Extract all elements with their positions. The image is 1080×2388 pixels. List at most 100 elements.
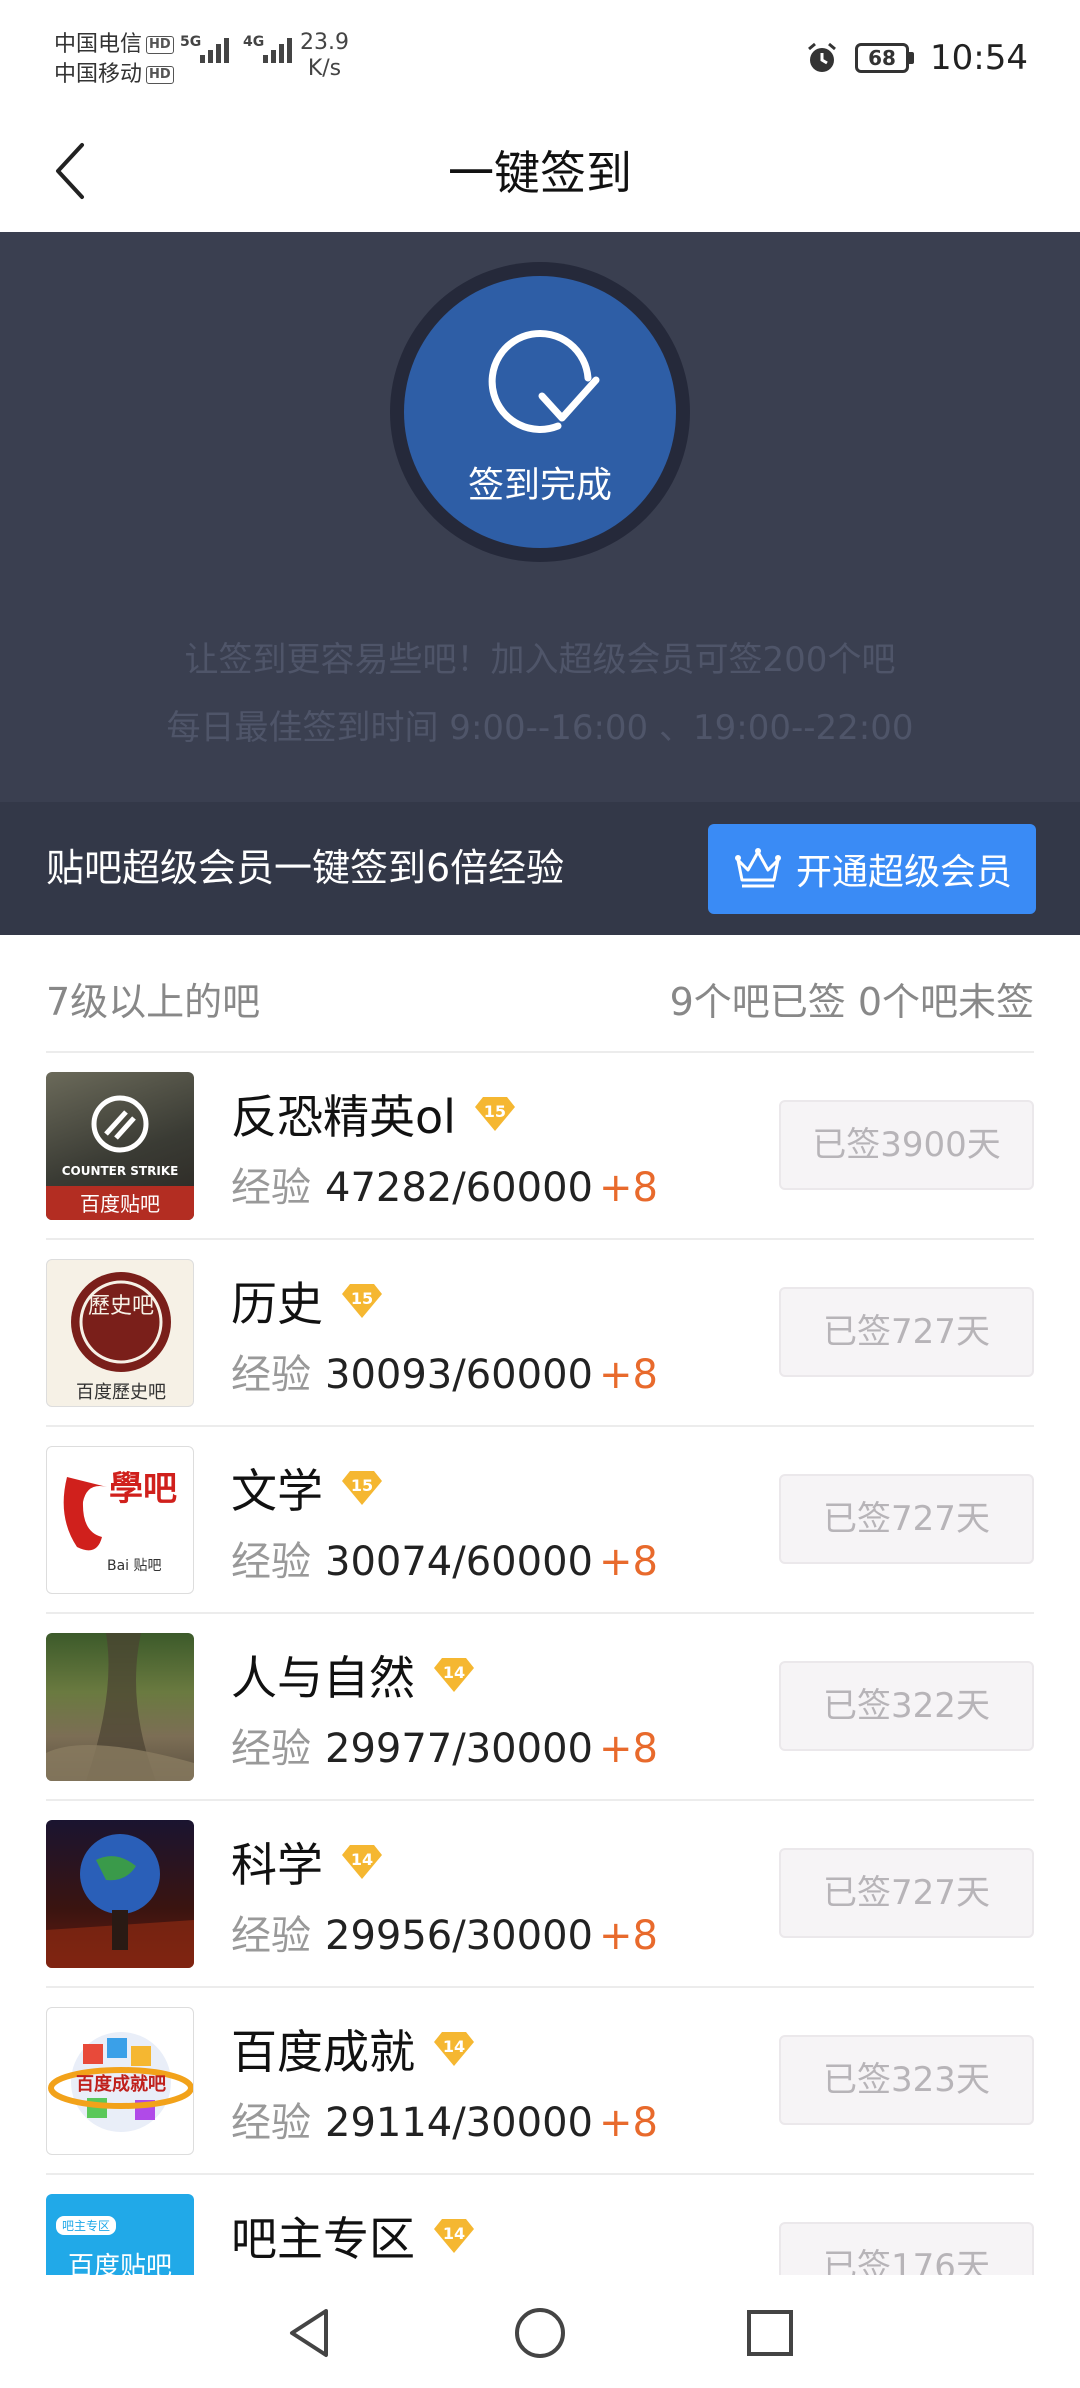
history-glyph: 歷史吧 [87,1294,154,1319]
exp-plus: +8 [598,1726,658,1772]
bar-avatar [46,1633,194,1781]
counter-strike-text: COUNTER STRIKE [61,1164,179,1178]
literature-glyph: 學吧 [109,1469,177,1509]
hd-badge: HD [146,36,174,54]
sign-complete-button[interactable]: 签到完成 [404,276,676,548]
diamond-badge-icon: 14 [433,2030,475,2068]
exp-label: 经验 [231,1165,311,1211]
signed-button[interactable]: 已签727天 [779,1287,1034,1377]
battery-level: 68 [855,43,910,73]
bar-name: 科学 [231,1838,323,1892]
diamond-badge-icon: 14 [433,2217,475,2255]
exp-plus: +8 [598,2100,658,2146]
nature-photo [46,1633,194,1781]
history-caption: 百度歷史吧 [76,1382,166,1403]
bar-avatar: 學吧 Bai 贴吧 [46,1446,194,1594]
list-item[interactable]: 吧主专区 百度贴吧 吧主专区 14 已签176天 [46,2175,1034,2275]
exp-label: 经验 [231,1726,311,1772]
hero-tip: 让签到更容易些吧！加入超级会员可签200个吧 [184,640,896,680]
list-item[interactable]: 歷史吧 百度歷史吧 历史 15 经验 30093/60000 +8 已签727天 [46,1240,1034,1427]
science-globe-photo [46,1834,194,1968]
sign-status-ring: 签到完成 [390,262,690,562]
promo-text: 贴吧超级会员一键签到6倍经验 [46,846,565,890]
diamond-badge-icon: 15 [341,1469,383,1507]
list-header: 7级以上的吧 9个吧已签 0个吧未签 [46,935,1034,1053]
exp-plus: +8 [598,1913,658,1959]
signed-button[interactable]: 已签727天 [779,1848,1034,1938]
exp-value: 30093/60000 [325,1352,593,1398]
exp-plus: +8 [598,1352,658,1398]
exp-label: 经验 [231,1352,311,1398]
bar-name: 文学 [231,1464,323,1518]
list-filter-label: 7级以上的吧 [46,980,261,1024]
bar-avatar: 百度成就吧 [46,2007,194,2155]
tieba-list: COUNTER STRIKE 百度贴吧 反恐精英ol 15 经验 47282/60… [46,1053,1034,2275]
sign-summary: 9个吧已签 0个吧未签 [669,980,1034,1024]
achievement-text: 百度成就吧 [76,2074,166,2095]
bazhu-tag: 吧主专区 [56,2216,117,2235]
bar-avatar: COUNTER STRIKE 百度贴吧 [46,1072,194,1220]
system-nav-bar [0,2275,1080,2388]
exp-value: 29977/30000 [325,1726,593,1772]
carrier-mobile: 中国移动 [54,62,143,87]
exp-value: 29956/30000 [325,1913,593,1959]
list-item[interactable]: COUNTER STRIKE 百度贴吧 反恐精英ol 15 经验 47282/60… [46,1053,1034,1240]
exp-value: 30074/60000 [325,1539,593,1585]
exp-value: 47282/60000 [325,1165,593,1211]
hero-best-time: 每日最佳签到时间 9:00--16:00 、19:00--22:00 [166,708,914,748]
bar-avatar: 吧主专区 百度贴吧 [46,2194,194,2275]
diamond-badge-icon: 14 [433,1656,475,1694]
exp-value: 29114/30000 [325,2100,593,2146]
exp-plus: +8 [598,1539,658,1585]
signed-button[interactable]: 已签323天 [779,2035,1034,2125]
circle-home-icon[interactable] [512,2305,568,2361]
list-item[interactable]: 科学 14 经验 29956/30000 +8 已签727天 [46,1801,1034,1988]
signed-button[interactable]: 已签727天 [779,1474,1034,1564]
literature-caption: Bai 贴吧 [107,1558,162,1574]
vip-promo-bar: 贴吧超级会员一键签到6倍经验 开通超级会员 [0,802,1080,935]
bazhu-main: 百度贴吧 [67,2252,172,2275]
bar-name: 百度成就 [231,2025,415,2079]
bar-name: 人与自然 [231,1651,415,1705]
diamond-badge-icon: 15 [341,1282,383,1320]
bar-name: 吧主专区 [231,2212,415,2266]
nav-header: 一键签到 [0,115,1080,232]
exp-plus: +8 [598,1165,658,1211]
list-item[interactable]: 學吧 Bai 贴吧 文学 15 经验 30074/60000 +8 已签727天 [46,1427,1034,1614]
bar-name: 历史 [231,1277,323,1331]
carrier-telecom: 中国电信 [54,32,143,57]
tieba-mark: 百度贴吧 [80,1192,160,1216]
square-recent-icon[interactable] [742,2305,798,2361]
list-item[interactable]: 百度成就吧 百度成就 14 经验 29114/30000 +8 已签323天 [46,1988,1034,2175]
signal-icons: 5G 4G [180,34,292,63]
signal-5g-icon: 5G [180,34,229,63]
network-speed: 23.9 K/s [300,30,349,81]
sign-in-hero: 签到完成 让签到更容易些吧！加入超级会员可签200个吧 每日最佳签到时间 9:0… [0,232,1080,802]
battery-icon: 68 [855,43,915,73]
exp-label: 经验 [231,2100,311,2146]
exp-label: 经验 [231,1913,311,1959]
hd-badge: HD [146,66,174,84]
diamond-badge-icon: 14 [341,1843,383,1881]
bar-name: 反恐精英ol [231,1090,456,1144]
open-vip-button[interactable]: 开通超级会员 [708,824,1036,914]
exp-label: 经验 [231,1539,311,1585]
sign-status-label: 签到完成 [467,465,612,506]
status-bar: 中国电信 HD 中国移动 HD 5G 4G 23.9 K/s 68 10:54 [0,0,1080,115]
page-title: 一键签到 [448,146,632,200]
signed-button[interactable]: 已签3900天 [779,1100,1034,1190]
bar-avatar [46,1820,194,1968]
triangle-back-icon[interactable] [282,2305,338,2361]
check-circle-icon [488,330,600,433]
signed-button[interactable]: 已签176天 [779,2222,1034,2275]
crown-icon [734,848,781,888]
clock: 10:54 [930,38,1028,78]
carrier-info: 中国电信 HD 中国移动 HD [54,30,174,90]
open-vip-label: 开通超级会员 [795,852,1012,893]
diamond-badge-icon: 15 [474,1095,516,1133]
bar-avatar: 歷史吧 百度歷史吧 [46,1259,194,1407]
list-item[interactable]: 人与自然 14 经验 29977/30000 +8 已签322天 [46,1614,1034,1801]
alarm-icon [808,42,836,72]
signal-4g-icon: 4G [243,34,292,63]
signed-button[interactable]: 已签322天 [779,1661,1034,1751]
